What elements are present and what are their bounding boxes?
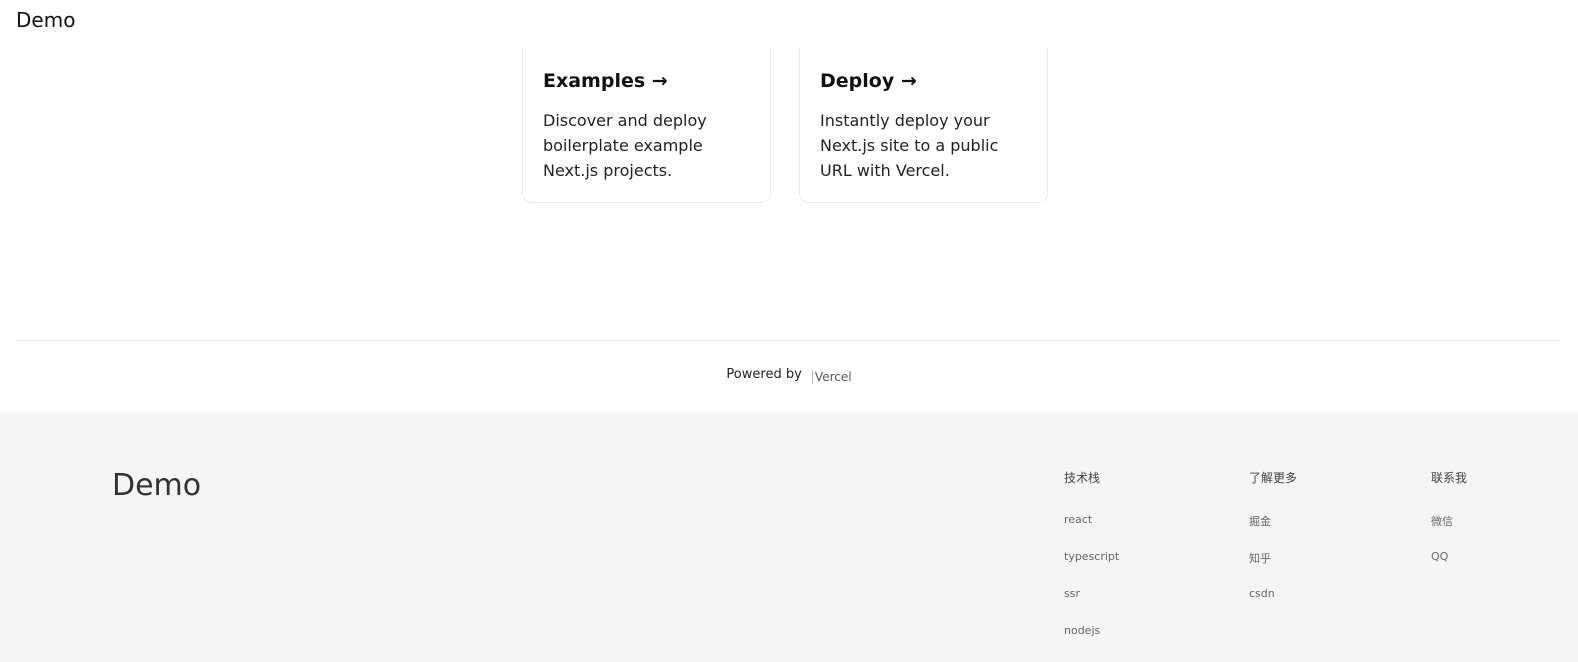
footer-link-typescript[interactable]: typescript <box>1064 550 1119 587</box>
page-title: Demo <box>16 8 76 32</box>
powered-by: Powered by Vercel <box>0 367 1578 384</box>
card-description: Discover and deploy boilerplate example … <box>543 111 707 180</box>
deploy-card[interactable]: Deploy → Instantly deploy your Next.js s… <box>799 48 1048 203</box>
footer-column-tech-stack: 技术栈 react typescript ssr nodejs <box>1064 469 1119 661</box>
footer-brand: Demo <box>112 468 202 503</box>
footer-link-wechat[interactable]: 微信 <box>1431 513 1467 550</box>
powered-by-label: Powered by <box>726 367 802 382</box>
footer-column-title: 联系我 <box>1431 471 1468 485</box>
footer-column-title: 技术栈 <box>1064 471 1101 485</box>
footer-link-ssr[interactable]: ssr <box>1064 587 1119 624</box>
examples-card[interactable]: Examples → Discover and deploy boilerpla… <box>522 48 771 203</box>
footer-column-learn-more: 了解更多 掘金 知乎 csdn <box>1249 469 1297 624</box>
card-description: Instantly deploy your Next.js site to a … <box>820 111 999 180</box>
footer-link-csdn[interactable]: csdn <box>1249 587 1297 624</box>
footer-link-react[interactable]: react <box>1064 513 1119 550</box>
footer-column-contact: 联系我 微信 QQ <box>1431 469 1467 587</box>
footer: Demo 技术栈 react typescript ssr nodejs 了解更… <box>0 412 1578 662</box>
card-title: Examples → <box>543 70 668 92</box>
vercel-logo-image: Vercel <box>811 370 852 384</box>
footer-link-nodejs[interactable]: nodejs <box>1064 624 1119 661</box>
footer-link-juejin[interactable]: 掘金 <box>1249 513 1297 550</box>
powered-by-link[interactable]: Powered by Vercel <box>726 367 852 384</box>
divider <box>16 340 1560 341</box>
footer-link-zhihu[interactable]: 知乎 <box>1249 550 1297 587</box>
card-title: Deploy → <box>820 70 917 92</box>
footer-column-title: 了解更多 <box>1249 471 1298 485</box>
footer-link-qq[interactable]: QQ <box>1431 550 1467 587</box>
